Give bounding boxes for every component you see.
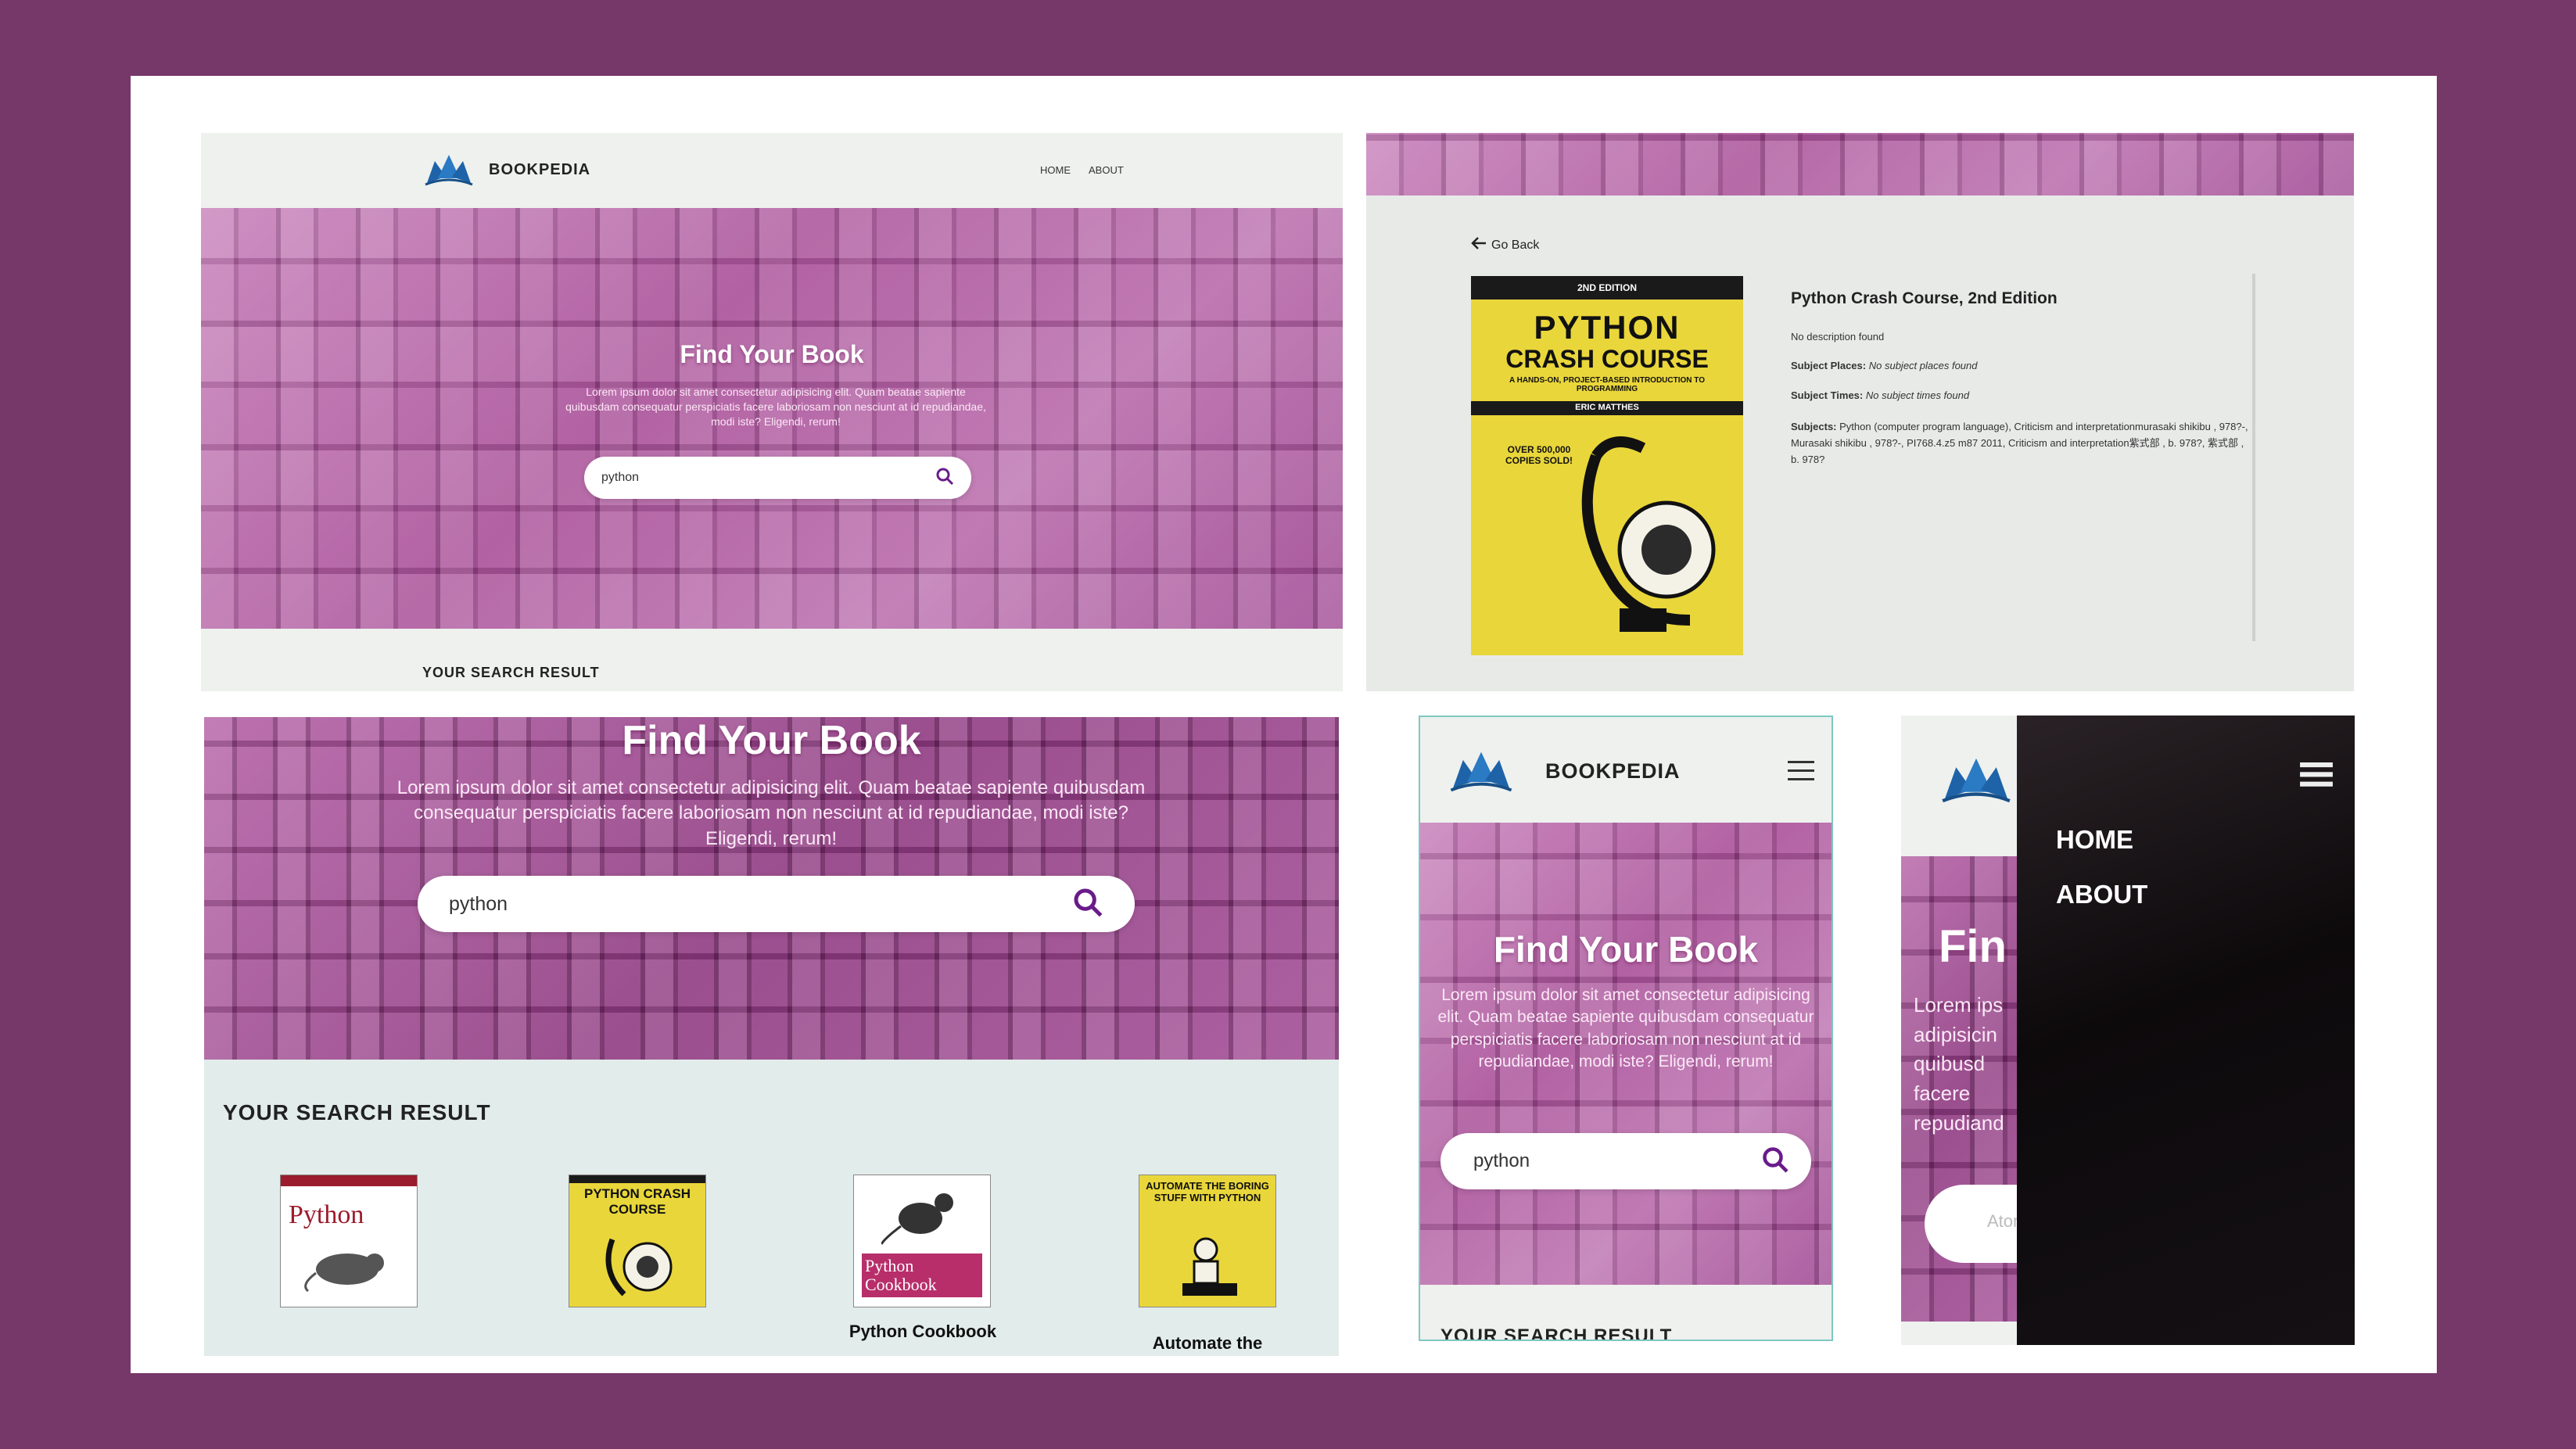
navbar: BOOKPEDIA HOME ABOUT <box>201 133 1343 208</box>
result-book-cover[interactable]: AUTOMATE THE BORING STUFF WITH PYTHON <box>1139 1175 1276 1307</box>
snake-robot-illustration-icon <box>1565 425 1737 647</box>
partial-hero-title: Fin <box>1939 921 2007 972</box>
search-bar <box>418 876 1135 932</box>
result-cover-text: PYTHON CRASH COURSE <box>583 1186 691 1217</box>
cover-title-line1: PYTHON <box>1534 309 1681 346</box>
result-book-title[interactable]: Automate the <box>1111 1333 1304 1354</box>
mobile-home-panel: BOOKPEDIA Find Your Book Lorem ipsum dol… <box>1419 716 1833 1341</box>
nav-about-link[interactable]: ABOUT <box>1089 164 1124 176</box>
rat-illustration-icon <box>300 1238 394 1297</box>
result-book-cover[interactable]: PYTHON CRASH COURSE <box>569 1175 706 1307</box>
places-label: Subject Places: <box>1791 360 1867 371</box>
times-label: Subject Times: <box>1791 389 1864 401</box>
detail-book-cover[interactable]: 2ND EDITION PYTHON CRASH COURSE A HANDS-… <box>1471 276 1743 655</box>
search-result-heading: YOUR SEARCH RESULT <box>1440 1325 1673 1341</box>
snake-robot-illustration-icon <box>601 1232 679 1306</box>
go-back-label: Go Back <box>1491 238 1540 252</box>
detail-title: Python Crash Course, 2nd Edition <box>1791 289 2058 307</box>
partial-text-line: adipisicin <box>1914 1022 1997 1046</box>
hamburger-menu-icon[interactable] <box>1788 761 1814 785</box>
brand-name[interactable]: BOOKPEDIA <box>1545 759 1681 784</box>
go-back-link[interactable]: Go Back <box>1471 237 1539 253</box>
cover-author: ERIC MATTHES <box>1575 403 1639 412</box>
search-result-heading: YOUR SEARCH RESULT <box>422 665 600 680</box>
partial-hero-text: Lorem ips adipisicin quibusd facere repu… <box>1914 991 2004 1138</box>
result-book-cover[interactable]: Python Cookbook <box>853 1175 991 1307</box>
cover-edition: 2ND EDITION <box>1577 282 1637 293</box>
menu-about-link[interactable]: ABOUT <box>2056 880 2147 909</box>
result-cover-text: AUTOMATE THE BORING STUFF WITH PYTHON <box>1146 1180 1269 1203</box>
cover-title-line2: CRASH COURSE <box>1505 345 1709 373</box>
partial-text-line: repudiand <box>1914 1110 2004 1135</box>
search-icon[interactable] <box>1072 887 1103 922</box>
search-bar <box>584 457 971 499</box>
desktop-home-panel: BOOKPEDIA HOME ABOUT Find Your Book Lore… <box>201 133 1343 691</box>
subjects-value: Python (computer program language), Crit… <box>1791 421 2248 465</box>
result-book-cover[interactable]: Python <box>280 1175 418 1307</box>
menu-drawer: HOME ABOUT <box>2017 716 2355 1345</box>
hamburger-menu-icon[interactable] <box>2300 762 2333 791</box>
detail-subject-times: Subject Times: No subject times found <box>1791 389 1969 401</box>
brand-name[interactable]: BOOKPEDIA <box>489 161 590 179</box>
detail-header-background <box>1366 133 2354 195</box>
hero-description: Lorem ipsum dolor sit amet consectetur a… <box>565 386 986 428</box>
hero-title: Find Your Book <box>622 718 921 763</box>
collage-board: BOOKPEDIA HOME ABOUT Find Your Book Lore… <box>131 76 2437 1373</box>
hero-description: Lorem ipsum dolor sit amet consectetur a… <box>396 777 1146 849</box>
partial-text-line: quibusd <box>1914 1052 1986 1076</box>
search-input[interactable] <box>601 471 884 485</box>
mobile-menu-panel: Fin Lorem ips adipisicin quibusd facere … <box>1901 716 2355 1345</box>
search-input[interactable] <box>1473 1150 1727 1172</box>
search-icon[interactable] <box>935 467 954 490</box>
times-value: No subject times found <box>1865 389 1970 401</box>
result-cover-text: Python Cookbook <box>862 1254 982 1298</box>
kangaroo-rat-illustration-icon <box>880 1183 967 1250</box>
detail-subjects: Subjects: Python (computer program langu… <box>1791 419 2252 468</box>
hero-description: Lorem ipsum dolor sit amet consectetur a… <box>1437 986 1814 1071</box>
subjects-label: Subjects: <box>1791 421 1837 432</box>
partial-text-line: facere <box>1914 1081 1971 1106</box>
book-logo-icon[interactable] <box>1444 750 1519 792</box>
search-icon[interactable] <box>1761 1146 1789 1178</box>
partial-text-line: Lorem ips <box>1914 993 2004 1017</box>
navbar: BOOKPEDIA <box>1420 717 1832 823</box>
nav-home-link[interactable]: HOME <box>1040 164 1071 176</box>
places-value: No subject places found <box>1868 360 1978 371</box>
hero-title: Find Your Book <box>1493 929 1759 970</box>
cover-badge: OVER 500,000 COPIES SOLD! <box>1505 444 1573 466</box>
book-logo-icon[interactable] <box>424 153 474 186</box>
search-input[interactable] <box>449 892 973 916</box>
search-result-heading: YOUR SEARCH RESULT <box>223 1100 491 1124</box>
robot-mower-illustration-icon <box>1175 1230 1245 1304</box>
detail-scrollbar[interactable] <box>2252 274 2255 641</box>
detail-description: No description found <box>1791 331 1885 343</box>
arrow-left-icon <box>1471 237 1487 253</box>
menu-home-link[interactable]: HOME <box>2056 825 2133 855</box>
book-detail-panel: Go Back 2ND EDITION PYTHON CRASH COURSE … <box>1366 133 2354 691</box>
search-bar <box>1440 1133 1811 1189</box>
cover-subtitle: A HANDS-ON, PROJECT-BASED INTRODUCTION T… <box>1509 376 1705 393</box>
desktop-results-panel: Find Your Book Lorem ipsum dolor sit ame… <box>204 717 1339 1356</box>
result-book-title[interactable]: Python Cookbook <box>827 1322 1019 1342</box>
hero-title: Find Your Book <box>680 340 864 368</box>
detail-subject-places: Subject Places: No subject places found <box>1791 360 1978 371</box>
result-cover-text: Python <box>289 1200 364 1229</box>
book-logo-icon[interactable] <box>1939 756 2014 803</box>
